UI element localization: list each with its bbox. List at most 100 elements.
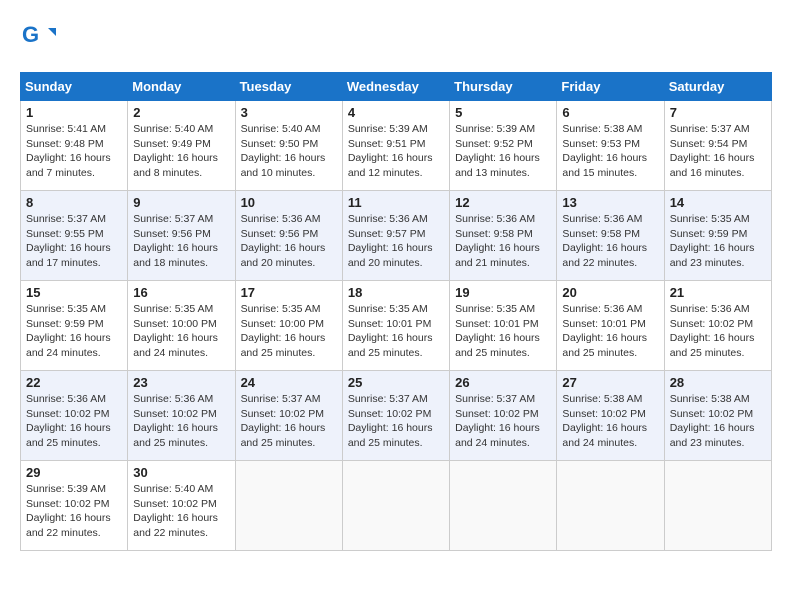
calendar-cell: 16 Sunrise: 5:35 AMSunset: 10:00 PMDaylig… bbox=[128, 281, 235, 371]
day-number: 13 bbox=[562, 195, 658, 210]
day-number: 12 bbox=[455, 195, 551, 210]
col-header-saturday: Saturday bbox=[664, 73, 771, 101]
calendar-cell bbox=[664, 461, 771, 551]
calendar-cell: 3Sunrise: 5:40 AMSunset: 9:50 PMDaylight… bbox=[235, 101, 342, 191]
calendar-cell: 27 Sunrise: 5:38 AMSunset: 10:02 PMDaylig… bbox=[557, 371, 664, 461]
calendar-cell: 4 Sunrise: 5:39 AMSunset: 9:51 PMDaylight… bbox=[342, 101, 449, 191]
calendar-cell: 18 Sunrise: 5:35 AMSunset: 10:01 PMDaylig… bbox=[342, 281, 449, 371]
day-number: 4 bbox=[348, 105, 444, 120]
calendar-week-row: 15Sunrise: 5:35 AMSunset: 9:59 PMDayligh… bbox=[21, 281, 772, 371]
calendar-cell: 14Sunrise: 5:35 AMSunset: 9:59 PMDayligh… bbox=[664, 191, 771, 281]
day-info: Sunrise: 5:35 AMSunset: 9:59 PMDaylight:… bbox=[26, 302, 122, 361]
day-number: 25 bbox=[348, 375, 444, 390]
day-info: Sunrise: 5:35 AMSunset: 10:01 PMDaylight… bbox=[348, 302, 444, 361]
col-header-tuesday: Tuesday bbox=[235, 73, 342, 101]
day-info: Sunrise: 5:37 AMSunset: 10:02 PMDaylight… bbox=[455, 392, 551, 451]
calendar-cell: 15Sunrise: 5:35 AMSunset: 9:59 PMDayligh… bbox=[21, 281, 128, 371]
day-info: Sunrise: 5:35 AMSunset: 10:00 PMDaylight… bbox=[241, 302, 337, 361]
calendar-cell: 6 Sunrise: 5:38 AMSunset: 9:53 PMDaylight… bbox=[557, 101, 664, 191]
day-number: 22 bbox=[26, 375, 122, 390]
day-info: Sunrise: 5:39 AMSunset: 10:02 PMDaylight… bbox=[26, 482, 122, 541]
col-header-monday: Monday bbox=[128, 73, 235, 101]
day-number: 26 bbox=[455, 375, 551, 390]
calendar-cell bbox=[557, 461, 664, 551]
calendar-cell bbox=[235, 461, 342, 551]
day-info: Sunrise: 5:37 AMSunset: 10:02 PMDaylight… bbox=[348, 392, 444, 451]
calendar-table: SundayMondayTuesdayWednesdayThursdayFrid… bbox=[20, 72, 772, 551]
calendar-cell: 28 Sunrise: 5:38 AMSunset: 10:02 PMDaylig… bbox=[664, 371, 771, 461]
day-info: Sunrise: 5:36 AMSunset: 9:56 PMDaylight:… bbox=[241, 212, 337, 271]
day-info: Sunrise: 5:39 AMSunset: 9:52 PMDaylight:… bbox=[455, 122, 551, 181]
day-info: Sunrise: 5:35 AMSunset: 9:59 PMDaylight:… bbox=[670, 212, 766, 271]
day-info: Sunrise: 5:38 AMSunset: 10:02 PMDaylight… bbox=[670, 392, 766, 451]
day-info: Sunrise: 5:36 AMSunset: 10:01 PMDaylight… bbox=[562, 302, 658, 361]
calendar-week-row: 29 Sunrise: 5:39 AMSunset: 10:02 PMDaylig… bbox=[21, 461, 772, 551]
calendar-cell: 17 Sunrise: 5:35 AMSunset: 10:00 PMDaylig… bbox=[235, 281, 342, 371]
day-info: Sunrise: 5:38 AMSunset: 10:02 PMDaylight… bbox=[562, 392, 658, 451]
calendar-cell bbox=[342, 461, 449, 551]
day-info: Sunrise: 5:36 AMSunset: 10:02 PMDaylight… bbox=[133, 392, 229, 451]
calendar-cell: 21 Sunrise: 5:36 AMSunset: 10:02 PMDaylig… bbox=[664, 281, 771, 371]
calendar-cell: 13 Sunrise: 5:36 AMSunset: 9:58 PMDayligh… bbox=[557, 191, 664, 281]
day-number: 7 bbox=[670, 105, 766, 120]
day-info: Sunrise: 5:36 AMSunset: 9:58 PMDaylight:… bbox=[562, 212, 658, 271]
day-info: Sunrise: 5:37 AMSunset: 9:54 PMDaylight:… bbox=[670, 122, 766, 181]
day-info: Sunrise: 5:36 AMSunset: 9:58 PMDaylight:… bbox=[455, 212, 551, 271]
day-info: Sunrise: 5:38 AMSunset: 9:53 PMDaylight:… bbox=[562, 122, 658, 181]
day-info: Sunrise: 5:40 AMSunset: 10:02 PMDaylight… bbox=[133, 482, 229, 541]
calendar-cell: 11Sunrise: 5:36 AMSunset: 9:57 PMDayligh… bbox=[342, 191, 449, 281]
day-info: Sunrise: 5:37 AMSunset: 9:56 PMDaylight:… bbox=[133, 212, 229, 271]
day-number: 18 bbox=[348, 285, 444, 300]
day-number: 28 bbox=[670, 375, 766, 390]
calendar-cell: 8 Sunrise: 5:37 AMSunset: 9:55 PMDaylight… bbox=[21, 191, 128, 281]
calendar-week-row: 8 Sunrise: 5:37 AMSunset: 9:55 PMDaylight… bbox=[21, 191, 772, 281]
calendar-cell: 12 Sunrise: 5:36 AMSunset: 9:58 PMDayligh… bbox=[450, 191, 557, 281]
calendar-cell: 5Sunrise: 5:39 AMSunset: 9:52 PMDaylight… bbox=[450, 101, 557, 191]
day-number: 29 bbox=[26, 465, 122, 480]
logo-icon: G bbox=[20, 20, 56, 56]
calendar-cell: 9Sunrise: 5:37 AMSunset: 9:56 PMDaylight… bbox=[128, 191, 235, 281]
day-number: 3 bbox=[241, 105, 337, 120]
col-header-sunday: Sunday bbox=[21, 73, 128, 101]
day-number: 8 bbox=[26, 195, 122, 210]
day-info: Sunrise: 5:36 AMSunset: 9:57 PMDaylight:… bbox=[348, 212, 444, 271]
col-header-wednesday: Wednesday bbox=[342, 73, 449, 101]
calendar-cell: 30 Sunrise: 5:40 AMSunset: 10:02 PMDaylig… bbox=[128, 461, 235, 551]
day-number: 24 bbox=[241, 375, 337, 390]
day-info: Sunrise: 5:36 AMSunset: 10:02 PMDaylight… bbox=[26, 392, 122, 451]
calendar-cell: 20 Sunrise: 5:36 AMSunset: 10:01 PMDaylig… bbox=[557, 281, 664, 371]
day-number: 21 bbox=[670, 285, 766, 300]
calendar-cell: 7 Sunrise: 5:37 AMSunset: 9:54 PMDaylight… bbox=[664, 101, 771, 191]
day-info: Sunrise: 5:35 AMSunset: 10:00 PMDaylight… bbox=[133, 302, 229, 361]
day-info: Sunrise: 5:40 AMSunset: 9:49 PMDaylight:… bbox=[133, 122, 229, 181]
calendar-cell: 2 Sunrise: 5:40 AMSunset: 9:49 PMDaylight… bbox=[128, 101, 235, 191]
day-number: 23 bbox=[133, 375, 229, 390]
day-number: 20 bbox=[562, 285, 658, 300]
day-number: 27 bbox=[562, 375, 658, 390]
col-header-friday: Friday bbox=[557, 73, 664, 101]
day-info: Sunrise: 5:39 AMSunset: 9:51 PMDaylight:… bbox=[348, 122, 444, 181]
calendar-cell: 24Sunrise: 5:37 AMSunset: 10:02 PMDaylig… bbox=[235, 371, 342, 461]
calendar-cell: 23 Sunrise: 5:36 AMSunset: 10:02 PMDaylig… bbox=[128, 371, 235, 461]
day-number: 2 bbox=[133, 105, 229, 120]
day-number: 30 bbox=[133, 465, 229, 480]
calendar-cell: 19 Sunrise: 5:35 AMSunset: 10:01 PMDaylig… bbox=[450, 281, 557, 371]
svg-text:G: G bbox=[22, 22, 39, 47]
day-number: 19 bbox=[455, 285, 551, 300]
day-info: Sunrise: 5:37 AMSunset: 9:55 PMDaylight:… bbox=[26, 212, 122, 271]
page-header: G bbox=[20, 20, 772, 56]
day-info: Sunrise: 5:35 AMSunset: 10:01 PMDaylight… bbox=[455, 302, 551, 361]
logo: G bbox=[20, 20, 62, 56]
day-number: 6 bbox=[562, 105, 658, 120]
day-number: 1 bbox=[26, 105, 122, 120]
calendar-cell: 1 Sunrise: 5:41 AMSunset: 9:48 PMDaylight… bbox=[21, 101, 128, 191]
day-number: 17 bbox=[241, 285, 337, 300]
calendar-week-row: 22 Sunrise: 5:36 AMSunset: 10:02 PMDaylig… bbox=[21, 371, 772, 461]
day-info: Sunrise: 5:41 AMSunset: 9:48 PMDaylight:… bbox=[26, 122, 122, 181]
col-header-thursday: Thursday bbox=[450, 73, 557, 101]
day-number: 10 bbox=[241, 195, 337, 210]
calendar-cell: 25 Sunrise: 5:37 AMSunset: 10:02 PMDaylig… bbox=[342, 371, 449, 461]
day-info: Sunrise: 5:36 AMSunset: 10:02 PMDaylight… bbox=[670, 302, 766, 361]
calendar-header-row: SundayMondayTuesdayWednesdayThursdayFrid… bbox=[21, 73, 772, 101]
day-number: 16 bbox=[133, 285, 229, 300]
